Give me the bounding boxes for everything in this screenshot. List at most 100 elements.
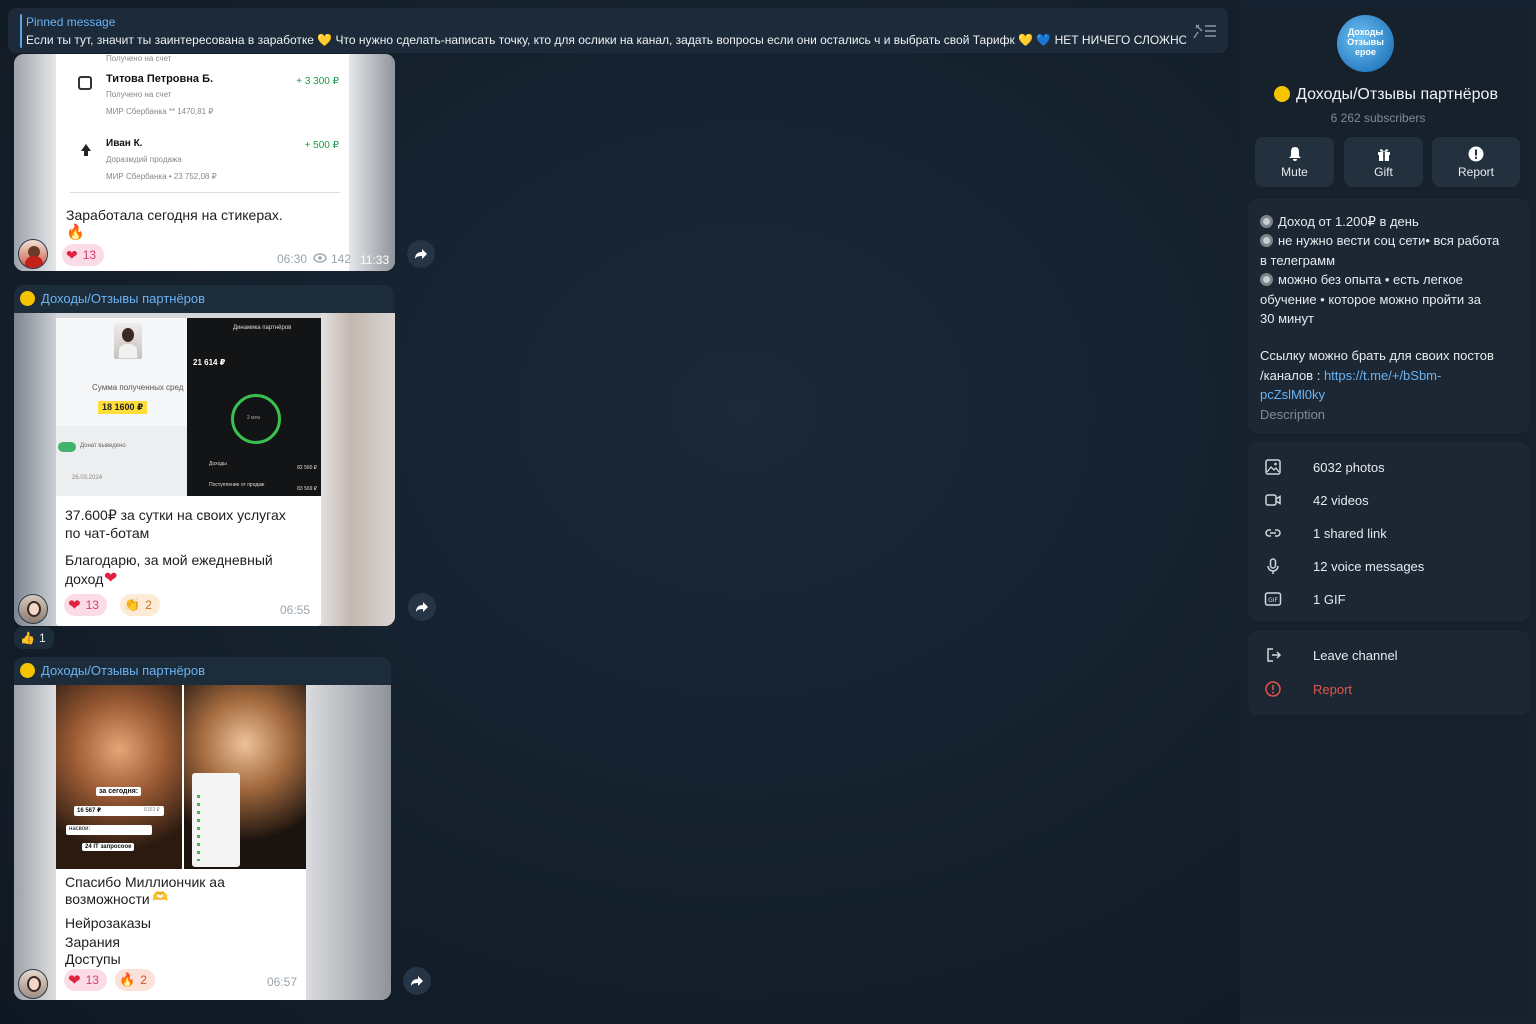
microphone-icon [1267,558,1279,574]
message-3-sender[interactable]: Доходы/Отзывы партнёров [14,657,391,685]
message-2-sender[interactable]: Доходы/Отзывы партнёров [14,285,394,313]
sum-amount: 18 1600 ₽ [98,401,148,414]
author-avatar-1[interactable] [18,239,48,269]
author-avatar-3[interactable] [18,969,48,999]
ring-label: 2 млн [247,415,261,421]
forward-icon [411,976,423,986]
reaction-count: 13 [85,598,99,612]
avatar-text-1: Доходы [1347,27,1384,37]
received-top-label: Получено на счет [106,54,172,63]
invite-link[interactable]: https://t.me/+/bSbm- [1324,368,1441,383]
message-1-caption: Заработала сегодня на стикерах. [66,207,283,223]
videos-row[interactable]: 42 videos [1264,491,1369,509]
caption-line-2: возможности [65,891,150,907]
pinned-list-icon[interactable] [1192,22,1218,40]
stats-screenshot [192,773,240,867]
reaction-count: 13 [82,248,97,262]
gif-row[interactable]: GIF 1 GIF [1264,590,1346,608]
message-photo-3[interactable]: за сегодня: 16 567 ₽ 8163 ₽ насвои: 24 I… [14,685,391,1000]
link-icon [1265,529,1281,537]
heart-icon: ❤ [68,972,81,989]
report-button[interactable]: Report [1432,137,1520,187]
yellow-dot-icon [20,663,35,678]
invite-link-cont[interactable]: pcZslMl0ky [1260,385,1520,404]
reaction-heart-1[interactable]: ❤ 13 [62,244,105,266]
dark-row2: Поступление от продаж [209,482,265,488]
svg-text:GIF: GIF [1268,597,1278,604]
dark-title: Динамика партнёров [233,325,292,331]
heart-icon: ❤ [66,246,78,263]
dark-row1-val: 82 560 ₽ [297,465,317,471]
thumbs-up-icon: 👍 [20,631,35,645]
gift-icon [1377,148,1390,161]
dark-row1: Доходы [209,461,227,467]
txn1-sub: Получено на счет [106,90,172,99]
txn2-card: МИР Сбербанка • 23 752,08 ₽ [106,172,217,181]
heart-emoji: ❤ [104,570,118,587]
channel-avatar[interactable]: Доходы Отзывы ерое [1337,15,1394,72]
pinned-text: Если ты тут, значит ты заинтересована в … [26,33,1186,47]
message-photo-2[interactable]: Сумма полученных сред 18 1600 ₽ Донат вы… [14,313,395,626]
links-row[interactable]: 1 shared link [1264,524,1387,542]
forward-button-1[interactable] [407,240,435,268]
user-icon [78,142,94,158]
reaction-count: 13 [85,973,99,987]
date-label: 26.03.2024 [72,475,103,481]
reaction-thumbs-up[interactable]: 👍 1 [14,627,54,649]
txn2-amount: + 500 ₽ [304,140,339,151]
photos-row[interactable]: 6032 photos [1264,458,1385,476]
txn2-sub: Доразмдий продажа [106,155,182,164]
heart-icon: ❤ [68,597,81,614]
toggle-switch [58,442,76,452]
message-1-views: 142 [331,252,352,266]
report-icon [1265,681,1281,697]
reaction-heart-3[interactable]: ❤ 13 [64,969,107,991]
author-avatar-2[interactable] [18,594,48,624]
caption-line-2: по чат-ботам [65,525,150,541]
reaction-fire-3[interactable]: 🔥 2 [115,969,155,991]
divider [70,192,340,193]
reaction-clap-2[interactable]: 👏 2 [120,594,160,616]
gift-button[interactable]: Gift [1344,137,1423,187]
voice-row[interactable]: 12 voice messages [1264,557,1424,575]
yellow-dot-icon [1274,86,1291,102]
txn1-card: МИР Сбербанка ** 1470,81 ₽ [106,107,214,116]
message-photo-1[interactable]: Получено на счет Титова Петровна Б. + 3 … [14,54,395,271]
message-3-time: 06:57 [267,975,298,989]
bell-icon [1288,146,1301,161]
caption-line-1: Спасибо Миллиончик аа [65,874,225,890]
fire-emoji: 🔥 [66,224,85,241]
avatar-text-3: ерое [1354,47,1376,57]
white-circle-icon [1260,215,1273,228]
txn2-name: Иван К. [106,138,143,149]
toggle-label: Донат выведено [80,443,126,449]
reaction-heart-2[interactable]: ❤ 13 [64,594,107,616]
caption-line-4: Зарания [65,934,120,950]
pinned-message-bar[interactable]: Pinned message Если ты тут, значит ты за… [8,8,1228,53]
message-2-time: 06:55 [280,603,311,617]
clap-icon: 👏 [124,597,141,612]
forward-button-2[interactable] [408,593,436,621]
video-icon [1265,494,1281,506]
photo-icon [1265,459,1281,475]
channel-description: Доход от 1.200₽ в день не нужно вести со… [1260,212,1520,424]
caption-line-5: Доступы [65,951,121,967]
reaction-count: 2 [145,598,152,612]
pinned-accent-bar [20,14,22,48]
caption-line-3: Благодарю, за мой ежедневный [65,552,273,568]
today-amount: 16 567 ₽ [77,808,102,814]
caption-line-1: 37.600₽ за сутки на своих услугах [65,507,286,523]
subscriber-count: 6 262 subscribers [1330,111,1426,125]
leave-channel-row[interactable]: Leave channel [1264,646,1398,664]
forward-icon [416,602,428,612]
white-circle-icon [1260,234,1273,248]
today-label: за сегодня: [96,787,142,796]
report-channel-row[interactable]: Report [1264,680,1352,698]
reaction-count: 2 [140,973,147,987]
forward-button-3[interactable] [403,967,431,995]
mute-button[interactable]: Mute [1255,137,1334,187]
leave-icon [1267,648,1282,662]
profile-photo [114,323,142,359]
dark-row2-val: 83 569 ₽ [297,486,317,492]
views-icon [313,253,327,263]
